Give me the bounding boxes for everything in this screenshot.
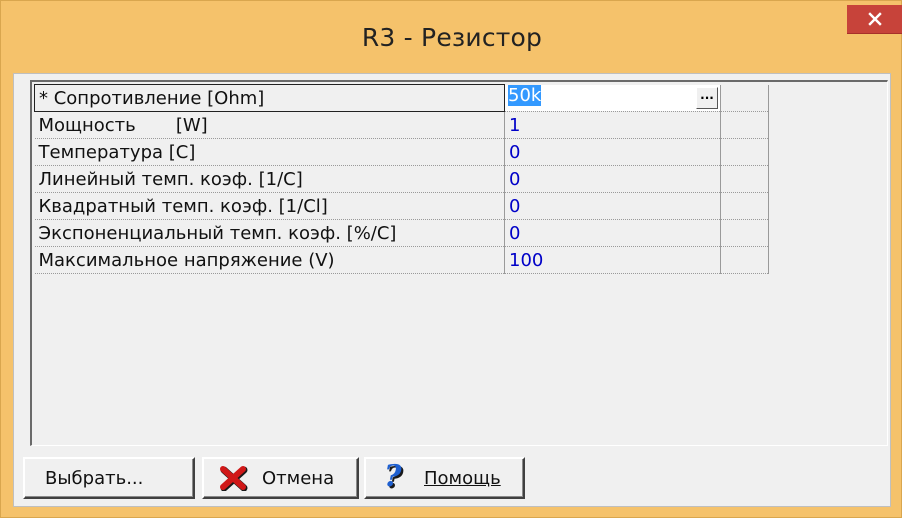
property-value[interactable]: 0 xyxy=(504,138,721,166)
help-button-label: Помощь xyxy=(424,468,501,489)
red-x-icon xyxy=(220,466,248,491)
dialog-window: R3 - Резистор * Сопротивление [Ohm] 50k … xyxy=(0,0,902,518)
property-extra-cell xyxy=(720,84,769,112)
property-extra-cell xyxy=(720,192,769,220)
choose-button-label: Выбрать... xyxy=(45,468,144,489)
selected-value-text: 50k xyxy=(508,84,542,106)
choose-button[interactable]: Выбрать... xyxy=(23,457,195,499)
property-row-max-voltage[interactable]: Максимальное напряжение (V) 100 xyxy=(34,246,769,274)
svg-text:?: ? xyxy=(384,462,402,492)
property-row-temperature[interactable]: Температура [C] 0 xyxy=(34,138,769,166)
property-name: Максимальное напряжение (V) xyxy=(34,246,505,274)
property-name: Мощность [W] xyxy=(34,111,505,139)
cancel-button-label: Отмена xyxy=(262,468,335,489)
dialog-client-area: * Сопротивление [Ohm] 50k ... Мощность [… xyxy=(13,73,891,507)
property-row-exponential-coef[interactable]: Экспоненциальный темп. коэф. [%/C] 0 xyxy=(34,219,769,247)
question-mark-icon: ? ? xyxy=(384,462,404,492)
property-row-quadratic-coef[interactable]: Квадратный темп. коэф. [1/Cl] 0 xyxy=(34,192,769,220)
close-icon xyxy=(868,12,882,26)
property-extra-cell xyxy=(720,219,769,247)
property-name: Квадратный темп. коэф. [1/Cl] xyxy=(34,192,505,220)
property-extra-cell xyxy=(720,246,769,274)
property-extra-cell xyxy=(720,111,769,139)
property-value[interactable]: 0 xyxy=(504,192,721,220)
property-value[interactable]: 0 xyxy=(504,219,721,247)
property-value[interactable]: 0 xyxy=(504,165,721,193)
cancel-button[interactable]: Отмена xyxy=(202,457,359,499)
property-value[interactable]: 100 xyxy=(504,246,721,274)
window-title: R3 - Резистор xyxy=(361,23,543,52)
property-extra-cell xyxy=(720,165,769,193)
help-button[interactable]: ? ? Помощь xyxy=(364,457,525,499)
property-name: Линейный темп. коэф. [1/C] xyxy=(34,165,505,193)
property-grid: * Сопротивление [Ohm] 50k ... Мощность [… xyxy=(34,84,769,274)
property-name: Температура [C] xyxy=(34,138,505,166)
close-button[interactable] xyxy=(847,5,902,34)
property-row-power[interactable]: Мощность [W] 1 xyxy=(34,111,769,139)
property-value-cell[interactable]: 50k ... xyxy=(504,84,721,112)
property-row-linear-coef[interactable]: Линейный темп. коэф. [1/C] 0 xyxy=(34,165,769,193)
property-row-resistance[interactable]: * Сопротивление [Ohm] 50k ... xyxy=(34,84,769,112)
property-value[interactable]: 1 xyxy=(504,111,721,139)
property-grid-panel: * Сопротивление [Ohm] 50k ... Мощность [… xyxy=(30,80,888,446)
property-name: Экспоненциальный темп. коэф. [%/C] xyxy=(34,219,505,247)
property-name: * Сопротивление [Ohm] xyxy=(34,84,505,112)
title-bar[interactable]: R3 - Резистор xyxy=(1,1,902,73)
resistance-value-input[interactable]: 50k xyxy=(505,84,720,111)
property-extra-cell xyxy=(720,138,769,166)
ellipsis-button[interactable]: ... xyxy=(696,86,718,109)
